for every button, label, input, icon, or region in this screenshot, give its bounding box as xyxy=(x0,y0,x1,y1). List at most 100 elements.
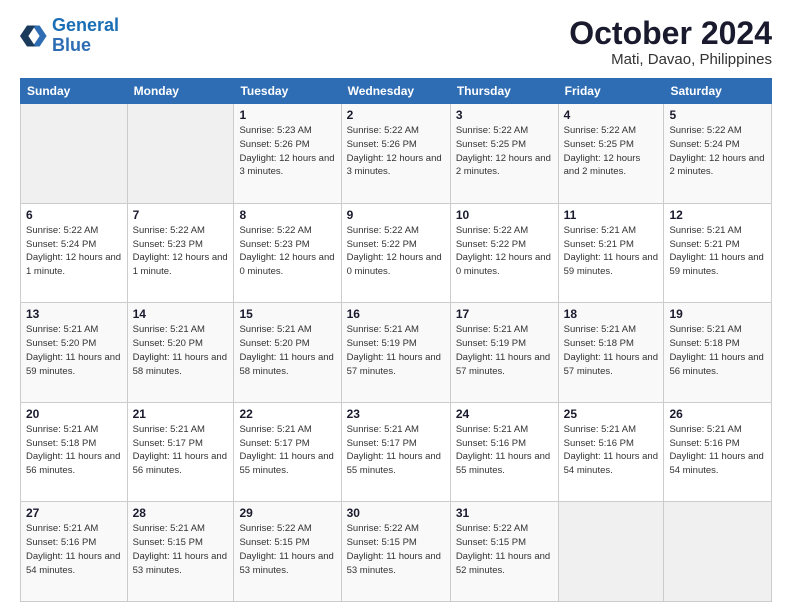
day-number: 23 xyxy=(347,407,445,421)
day-number: 30 xyxy=(347,506,445,520)
calendar-cell: 15 Sunrise: 5:21 AM Sunset: 5:20 PM Dayli… xyxy=(234,303,341,403)
day-info: Sunrise: 5:22 AM Sunset: 5:22 PM Dayligh… xyxy=(456,224,553,279)
day-number: 9 xyxy=(347,208,445,222)
logo-line2: Blue xyxy=(52,35,91,55)
day-info: Sunrise: 5:21 AM Sunset: 5:20 PM Dayligh… xyxy=(239,323,335,378)
header: General Blue October 2024 Mati, Davao, P… xyxy=(20,16,772,68)
calendar-cell: 6 Sunrise: 5:22 AM Sunset: 5:24 PM Daylig… xyxy=(21,203,128,303)
header-day-friday: Friday xyxy=(558,79,664,104)
day-number: 5 xyxy=(669,108,766,122)
calendar-cell: 3Sunrise: 5:22 AM Sunset: 5:25 PM Daylig… xyxy=(450,104,558,204)
calendar-cell: 10 Sunrise: 5:22 AM Sunset: 5:22 PM Dayli… xyxy=(450,203,558,303)
calendar-cell: 20 Sunrise: 5:21 AM Sunset: 5:18 PM Dayli… xyxy=(21,402,128,502)
header-day-thursday: Thursday xyxy=(450,79,558,104)
day-info: Sunrise: 5:23 AM Sunset: 5:26 PM Dayligh… xyxy=(239,124,335,179)
day-info: Sunrise: 5:21 AM Sunset: 5:16 PM Dayligh… xyxy=(456,423,553,478)
header-day-wednesday: Wednesday xyxy=(341,79,450,104)
calendar-cell: 7 Sunrise: 5:22 AM Sunset: 5:23 PM Daylig… xyxy=(127,203,234,303)
day-number: 26 xyxy=(669,407,766,421)
calendar-cell: 24 Sunrise: 5:21 AM Sunset: 5:16 PM Dayli… xyxy=(450,402,558,502)
calendar-cell: 30 Sunrise: 5:22 AM Sunset: 5:15 PM Dayli… xyxy=(341,502,450,602)
calendar-week-3: 13 Sunrise: 5:21 AM Sunset: 5:20 PM Dayli… xyxy=(21,303,772,403)
day-info: Sunrise: 5:22 AM Sunset: 5:26 PM Dayligh… xyxy=(347,124,445,179)
calendar-cell xyxy=(664,502,772,602)
day-info: Sunrise: 5:22 AM Sunset: 5:23 PM Dayligh… xyxy=(133,224,229,279)
day-info: Sunrise: 5:21 AM Sunset: 5:18 PM Dayligh… xyxy=(26,423,122,478)
day-info: Sunrise: 5:22 AM Sunset: 5:24 PM Dayligh… xyxy=(669,124,766,179)
day-info: Sunrise: 5:22 AM Sunset: 5:25 PM Dayligh… xyxy=(564,124,659,179)
calendar-cell: 4Sunrise: 5:22 AM Sunset: 5:25 PM Daylig… xyxy=(558,104,664,204)
day-number: 17 xyxy=(456,307,553,321)
day-info: Sunrise: 5:21 AM Sunset: 5:18 PM Dayligh… xyxy=(564,323,659,378)
sub-title: Mati, Davao, Philippines xyxy=(569,51,772,68)
calendar-cell: 2Sunrise: 5:22 AM Sunset: 5:26 PM Daylig… xyxy=(341,104,450,204)
day-info: Sunrise: 5:21 AM Sunset: 5:16 PM Dayligh… xyxy=(669,423,766,478)
header-day-sunday: Sunday xyxy=(21,79,128,104)
calendar-cell: 29 Sunrise: 5:22 AM Sunset: 5:15 PM Dayli… xyxy=(234,502,341,602)
calendar-cell: 14 Sunrise: 5:21 AM Sunset: 5:20 PM Dayli… xyxy=(127,303,234,403)
day-number: 18 xyxy=(564,307,659,321)
calendar-cell: 22 Sunrise: 5:21 AM Sunset: 5:17 PM Dayli… xyxy=(234,402,341,502)
day-number: 13 xyxy=(26,307,122,321)
calendar-cell: 23 Sunrise: 5:21 AM Sunset: 5:17 PM Dayli… xyxy=(341,402,450,502)
day-number: 19 xyxy=(669,307,766,321)
day-number: 25 xyxy=(564,407,659,421)
day-number: 16 xyxy=(347,307,445,321)
day-number: 12 xyxy=(669,208,766,222)
calendar-cell: 11Sunrise: 5:21 AM Sunset: 5:21 PM Dayli… xyxy=(558,203,664,303)
day-info: Sunrise: 5:21 AM Sunset: 5:15 PM Dayligh… xyxy=(133,522,229,577)
day-info: Sunrise: 5:22 AM Sunset: 5:15 PM Dayligh… xyxy=(239,522,335,577)
day-number: 6 xyxy=(26,208,122,222)
calendar-cell: 13 Sunrise: 5:21 AM Sunset: 5:20 PM Dayli… xyxy=(21,303,128,403)
calendar-cell xyxy=(558,502,664,602)
day-info: Sunrise: 5:21 AM Sunset: 5:20 PM Dayligh… xyxy=(133,323,229,378)
day-number: 20 xyxy=(26,407,122,421)
day-info: Sunrise: 5:22 AM Sunset: 5:24 PM Dayligh… xyxy=(26,224,122,279)
day-number: 31 xyxy=(456,506,553,520)
header-day-saturday: Saturday xyxy=(664,79,772,104)
day-number: 24 xyxy=(456,407,553,421)
day-info: Sunrise: 5:22 AM Sunset: 5:15 PM Dayligh… xyxy=(347,522,445,577)
day-number: 29 xyxy=(239,506,335,520)
calendar-cell: 25Sunrise: 5:21 AM Sunset: 5:16 PM Dayli… xyxy=(558,402,664,502)
calendar-cell: 27Sunrise: 5:21 AM Sunset: 5:16 PM Dayli… xyxy=(21,502,128,602)
calendar-week-4: 20 Sunrise: 5:21 AM Sunset: 5:18 PM Dayli… xyxy=(21,402,772,502)
day-number: 10 xyxy=(456,208,553,222)
header-day-tuesday: Tuesday xyxy=(234,79,341,104)
calendar-cell: 8 Sunrise: 5:22 AM Sunset: 5:23 PM Daylig… xyxy=(234,203,341,303)
calendar-cell: 26 Sunrise: 5:21 AM Sunset: 5:16 PM Dayli… xyxy=(664,402,772,502)
day-number: 8 xyxy=(239,208,335,222)
day-info: Sunrise: 5:21 AM Sunset: 5:21 PM Dayligh… xyxy=(669,224,766,279)
day-number: 15 xyxy=(239,307,335,321)
day-info: Sunrise: 5:21 AM Sunset: 5:17 PM Dayligh… xyxy=(347,423,445,478)
day-number: 1 xyxy=(239,108,335,122)
calendar-cell xyxy=(21,104,128,204)
calendar-cell: 16Sunrise: 5:21 AM Sunset: 5:19 PM Dayli… xyxy=(341,303,450,403)
calendar-cell: 31Sunrise: 5:22 AM Sunset: 5:15 PM Dayli… xyxy=(450,502,558,602)
calendar-cell: 17 Sunrise: 5:21 AM Sunset: 5:19 PM Dayli… xyxy=(450,303,558,403)
day-info: Sunrise: 5:22 AM Sunset: 5:25 PM Dayligh… xyxy=(456,124,553,179)
logo-text: General Blue xyxy=(52,16,119,56)
day-info: Sunrise: 5:21 AM Sunset: 5:17 PM Dayligh… xyxy=(133,423,229,478)
day-info: Sunrise: 5:21 AM Sunset: 5:19 PM Dayligh… xyxy=(456,323,553,378)
title-block: October 2024 Mati, Davao, Philippines xyxy=(569,16,772,68)
day-number: 22 xyxy=(239,407,335,421)
calendar-week-2: 6 Sunrise: 5:22 AM Sunset: 5:24 PM Daylig… xyxy=(21,203,772,303)
calendar-cell: 12 Sunrise: 5:21 AM Sunset: 5:21 PM Dayli… xyxy=(664,203,772,303)
calendar-cell: 19Sunrise: 5:21 AM Sunset: 5:18 PM Dayli… xyxy=(664,303,772,403)
logo-line1: General xyxy=(52,15,119,35)
calendar-header-row: SundayMondayTuesdayWednesdayThursdayFrid… xyxy=(21,79,772,104)
calendar-cell: 1 Sunrise: 5:23 AM Sunset: 5:26 PM Daylig… xyxy=(234,104,341,204)
calendar-week-1: 1 Sunrise: 5:23 AM Sunset: 5:26 PM Daylig… xyxy=(21,104,772,204)
calendar-cell: 18 Sunrise: 5:21 AM Sunset: 5:18 PM Dayli… xyxy=(558,303,664,403)
day-info: Sunrise: 5:21 AM Sunset: 5:20 PM Dayligh… xyxy=(26,323,122,378)
calendar-cell xyxy=(127,104,234,204)
calendar-cell: 21Sunrise: 5:21 AM Sunset: 5:17 PM Dayli… xyxy=(127,402,234,502)
calendar-cell: 5 Sunrise: 5:22 AM Sunset: 5:24 PM Daylig… xyxy=(664,104,772,204)
day-info: Sunrise: 5:21 AM Sunset: 5:21 PM Dayligh… xyxy=(564,224,659,279)
header-day-monday: Monday xyxy=(127,79,234,104)
day-number: 7 xyxy=(133,208,229,222)
day-number: 14 xyxy=(133,307,229,321)
day-info: Sunrise: 5:21 AM Sunset: 5:17 PM Dayligh… xyxy=(239,423,335,478)
day-info: Sunrise: 5:22 AM Sunset: 5:23 PM Dayligh… xyxy=(239,224,335,279)
